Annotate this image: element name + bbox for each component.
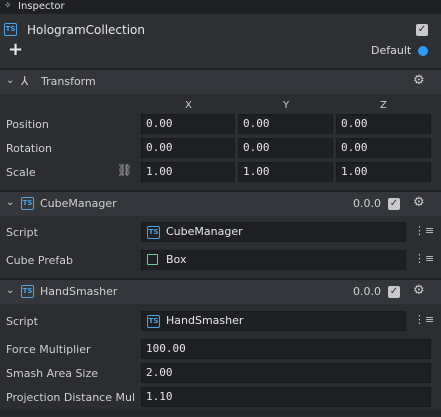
menu-icon[interactable]: ⋮≡ [414, 253, 434, 264]
position-z-field[interactable]: 0.00 [336, 114, 431, 134]
rotation-x-field[interactable]: 0.00 [141, 138, 235, 158]
cubemanager-version: 0.0.0 [353, 197, 381, 210]
chevron-down-icon[interactable]: ⌄ [6, 197, 14, 208]
cubemanager-header[interactable]: ⌄ TS CubeManager 0.0.0 ✓ ⚙ [0, 192, 441, 216]
axis-x-label: X [185, 100, 192, 111]
handsmasher-version: 0.0.0 [353, 285, 381, 298]
typescript-icon: TS [147, 315, 160, 328]
handsmasher-header[interactable]: ⌄ TS HandSmasher 0.0.0 ✓ ⚙ [0, 280, 441, 304]
inspector-titlebar: ✧ Inspector [0, 0, 441, 14]
smash-area-size-field[interactable]: 2.00 [141, 363, 431, 383]
link-icon[interactable]: ⛓ [117, 163, 132, 177]
axis-z-label: Z [380, 100, 387, 111]
chevron-down-icon[interactable]: ⌄ [6, 75, 14, 86]
object-enabled-checkbox[interactable]: ✓ [416, 24, 428, 36]
projection-distance-field[interactable]: 1.10 [141, 387, 431, 407]
handsmasher-script-field[interactable]: TS HandSmasher [141, 311, 406, 331]
typescript-icon: TS [21, 197, 34, 210]
gear-icon[interactable]: ⚙ [413, 73, 425, 88]
script-label: Script [6, 315, 38, 328]
scale-y-field[interactable]: 1.00 [238, 162, 333, 182]
script-value: CubeManager [166, 225, 243, 238]
object-name[interactable]: HologramCollection [27, 23, 145, 37]
cube-icon [147, 254, 158, 265]
scale-label: Scale [6, 166, 36, 179]
force-multiplier-label: Force Multiplier [6, 343, 91, 356]
typescript-icon: TS [147, 226, 160, 239]
chevron-down-icon[interactable]: ⌄ [6, 285, 14, 296]
menu-icon[interactable]: ⋮≡ [414, 314, 434, 325]
cubemanager-script-field[interactable]: TS CubeManager [141, 222, 406, 242]
menu-icon[interactable]: ⋮≡ [414, 225, 434, 236]
projection-distance-label: Projection Distance Mul [6, 391, 136, 404]
add-component-button[interactable]: + [8, 39, 23, 60]
axis-y-label: Y [283, 100, 290, 111]
transform-title: Transform [41, 75, 96, 88]
typescript-icon: TS [4, 23, 17, 36]
prefab-value: Box [166, 253, 187, 266]
rotation-label: Rotation [6, 142, 53, 155]
layer-label[interactable]: Default [371, 44, 411, 57]
force-multiplier-field[interactable]: 100.00 [141, 339, 431, 359]
cube-prefab-label: Cube Prefab [6, 254, 73, 267]
handsmasher-title: HandSmasher [40, 285, 118, 298]
panel-title: Inspector [18, 1, 65, 12]
handsmasher-enabled-checkbox[interactable]: ✓ [388, 286, 400, 298]
position-label: Position [6, 118, 49, 131]
object-header: TS HologramCollection ✓ + Default [0, 14, 441, 70]
rotation-z-field[interactable]: 0.00 [336, 138, 431, 158]
panel-footer [0, 410, 441, 417]
transform-header[interactable]: ⌄ ⅄ Transform ⚙ [0, 70, 441, 94]
rotation-y-field[interactable]: 0.00 [238, 138, 333, 158]
script-label: Script [6, 226, 38, 239]
position-y-field[interactable]: 0.00 [238, 114, 333, 134]
position-x-field[interactable]: 0.00 [141, 114, 235, 134]
cube-prefab-field[interactable]: Box [141, 250, 406, 270]
cubemanager-title: CubeManager [40, 197, 117, 210]
cubemanager-enabled-checkbox[interactable]: ✓ [388, 198, 400, 210]
scale-x-field[interactable]: 1.00 [141, 162, 235, 182]
script-value: HandSmasher [166, 314, 244, 327]
typescript-icon: TS [21, 285, 34, 298]
gear-icon[interactable]: ⚙ [413, 283, 425, 298]
transform-axes-icon: ⅄ [21, 74, 29, 88]
pin-icon[interactable]: ✧ [4, 1, 12, 11]
scale-z-field[interactable]: 1.00 [336, 162, 431, 182]
layer-color-dot[interactable] [418, 46, 428, 56]
gear-icon[interactable]: ⚙ [413, 195, 425, 210]
smash-area-size-label: Smash Area Size [6, 367, 99, 380]
